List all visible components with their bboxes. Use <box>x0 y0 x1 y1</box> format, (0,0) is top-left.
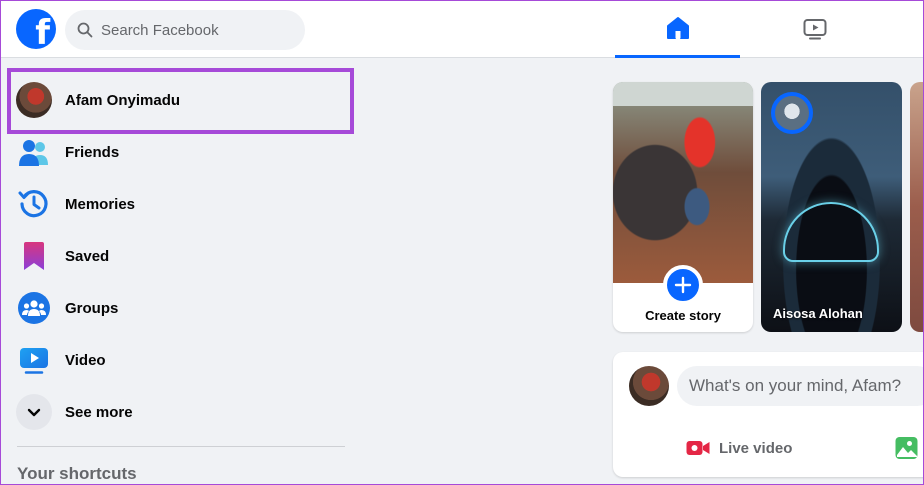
composer-input[interactable] <box>677 366 924 406</box>
nav-tab-video[interactable] <box>752 0 877 58</box>
home-icon <box>666 16 689 39</box>
composer-divider <box>629 418 924 419</box>
story-image-dashboard <box>783 202 879 262</box>
post-composer: Live video <box>613 352 924 477</box>
live-video-icon <box>686 441 710 455</box>
story-author-name: Aisosa Alohan <box>773 306 863 321</box>
avatar <box>16 82 52 118</box>
photo-button[interactable] <box>894 430 920 466</box>
sidebar-item-saved[interactable]: Saved <box>16 232 346 280</box>
photo-icon <box>895 437 918 459</box>
sidebar-item-label: Memories <box>65 195 136 213</box>
avatar[interactable] <box>629 366 669 406</box>
sidebar-item-label: Afam Onyimadu <box>65 91 181 109</box>
sidebar-item-label: Groups <box>65 299 119 317</box>
shortcuts-heading: Your shortcuts <box>17 464 137 483</box>
live-video-label: Live video <box>719 439 793 457</box>
search-bar[interactable] <box>65 10 305 50</box>
memories-clock-icon <box>16 186 52 222</box>
story-card-partial[interactable] <box>910 82 924 332</box>
sidebar-item-profile[interactable]: Afam Onyimadu <box>16 76 346 124</box>
video-icon <box>803 19 826 40</box>
create-story-label: Create story <box>645 308 721 323</box>
sidebar-item-friends[interactable]: Friends <box>16 128 346 176</box>
sidebar-item-label: See more <box>65 403 133 421</box>
top-bar: f <box>0 0 924 58</box>
profile-photo <box>613 82 753 283</box>
sidebar-item-label: Friends <box>65 143 120 161</box>
facebook-logo-icon[interactable]: f <box>16 9 56 49</box>
nav-tab-home[interactable] <box>615 0 740 58</box>
friends-icon <box>16 134 52 170</box>
search-input[interactable] <box>101 21 291 39</box>
live-video-button[interactable]: Live video <box>685 430 792 466</box>
sidebar-divider <box>17 446 345 447</box>
plus-icon[interactable] <box>663 265 703 305</box>
groups-icon <box>16 290 52 326</box>
story-card[interactable]: Aisosa Alohan <box>761 82 902 332</box>
create-story-card[interactable]: Create story <box>613 82 753 332</box>
search-icon <box>77 22 93 38</box>
sidebar-item-groups[interactable]: Groups <box>16 284 346 332</box>
bookmark-icon <box>16 238 52 274</box>
sidebar-item-see-more[interactable]: See more <box>16 388 346 436</box>
story-avatar <box>771 92 813 134</box>
sidebar-item-label: Saved <box>65 247 110 265</box>
sidebar-item-memories[interactable]: Memories <box>16 180 346 228</box>
chevron-down-icon <box>16 394 52 430</box>
sidebar-item-video[interactable]: Video <box>16 336 346 384</box>
sidebar-item-label: Video <box>65 351 106 369</box>
video-play-icon <box>16 342 52 378</box>
